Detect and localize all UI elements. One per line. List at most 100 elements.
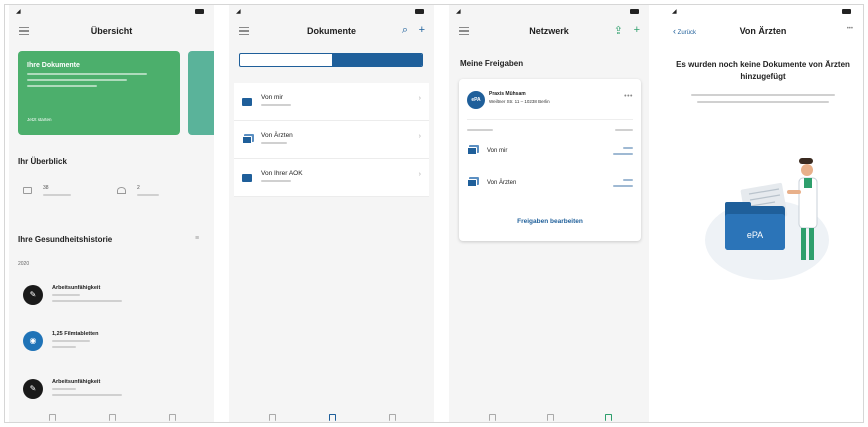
promo-title: Ihre Dokumente [27, 62, 80, 69]
folder-count [261, 104, 291, 106]
segmented-control [239, 53, 423, 67]
shared-column-label [467, 129, 493, 131]
practice-name: Praxis Mühsam [489, 91, 526, 97]
shares-heading: Meine Freigaben [460, 59, 524, 68]
history-item-subtitle [52, 340, 90, 342]
practice-share-card: ePA Praxis Mühsam Weiltner Str. 11 – 102… [459, 79, 641, 241]
history-item-title: Arbeitsunfähigkeit [52, 285, 101, 291]
history-item[interactable]: ◉ 1,25 Filmtabletten [18, 327, 208, 357]
more-options-icon[interactable]: ••• [624, 93, 633, 100]
battery-icon [630, 9, 639, 14]
folder-row-von-aerzten[interactable]: Von Ärzten › [234, 121, 429, 159]
share-duration [623, 147, 633, 149]
empty-state-heading: Es wurden noch keine Dokumente von Ärzte… [676, 60, 850, 81]
practice-address: Weiltner Str. 11 – 10238 Berlin [489, 99, 550, 104]
pen-icon: ✎ [23, 285, 43, 305]
battery-icon [415, 9, 424, 14]
tab-documents-icon[interactable] [109, 414, 116, 421]
folder-row-von-aok[interactable]: Von Ihrer AOK › [234, 159, 429, 197]
next-promo-card[interactable] [188, 51, 214, 135]
epa-badge: ePA [467, 91, 485, 109]
search-icon[interactable]: ⌕ [402, 24, 408, 37]
shares-count: 2 [137, 185, 140, 191]
promo-text-line [27, 79, 127, 81]
doctors-documents-screen: ◢ ‹ Zurück Von Ärzten ••• Es wurden noch… [665, 5, 861, 422]
folder-name: Von mir [261, 94, 284, 101]
add-icon[interactable]: + [634, 24, 640, 36]
page-title: Von Ärzten [739, 26, 787, 36]
tab-home-icon[interactable] [489, 414, 496, 421]
history-item-subtitle [52, 294, 80, 296]
share-icon[interactable]: ⇪ [614, 24, 623, 37]
folder-row-von-mir[interactable]: Von mir › [234, 83, 429, 121]
chevron-right-icon: › [418, 171, 421, 178]
history-year: 2020 [18, 261, 30, 267]
documents-promo-card[interactable]: Ihre Dokumente Jetzt starten [18, 51, 180, 135]
tab-bar [449, 414, 649, 422]
documents-icon [23, 187, 32, 194]
tab-network-icon[interactable] [169, 414, 176, 421]
tab-bar [9, 414, 214, 422]
documents-screen: ◢ Dokumente ⌕ + Von mir › Von Ärzten › V… [229, 5, 434, 422]
folder-icon [242, 174, 252, 182]
navigation-bar: Dokumente ⌕ + [229, 17, 434, 43]
tab-home-icon[interactable] [269, 414, 276, 421]
signal-icon: ◢ [672, 9, 677, 15]
tab-network-icon[interactable] [605, 414, 612, 421]
navigation-bar: ‹ Zurück Von Ärzten ••• [665, 17, 861, 43]
edit-shares-link[interactable]: Freigaben bearbeiten [459, 218, 641, 225]
navigation-bar: Netzwerk ⇪ + [449, 17, 649, 43]
promo-text-line [27, 73, 147, 75]
share-duration [623, 179, 633, 181]
battery-icon [195, 9, 204, 14]
pen-icon: ✎ [23, 379, 43, 399]
tab-documents-icon[interactable] [547, 414, 554, 421]
doctor-illustration: ePA [705, 158, 829, 280]
empty-state-text-line [691, 94, 835, 96]
history-item-date [52, 300, 122, 302]
filter-icon[interactable]: ≡ [195, 235, 199, 242]
tab-network-icon[interactable] [389, 414, 396, 421]
share-remaining [613, 153, 633, 155]
status-bar: ◢ [229, 8, 434, 16]
status-bar: ◢ [9, 8, 214, 16]
share-row[interactable]: Von mir [467, 143, 633, 163]
history-heading: Ihre Gesundheitshistorie [18, 235, 113, 244]
share-row[interactable]: Von Ärzten [467, 175, 633, 195]
tab-home-icon[interactable] [49, 414, 56, 421]
promo-start-link[interactable]: Jetzt starten [27, 117, 52, 122]
chevron-right-icon: › [418, 133, 421, 140]
status-bar: ◢ [665, 8, 861, 16]
app-showcase-frame: ◢ Übersicht Ihre Dokumente Jetzt starten… [4, 4, 864, 423]
folder-name: Von Ärzten [261, 132, 293, 139]
network-screen: ◢ Netzwerk ⇪ + Meine Freigaben ePA Praxi… [449, 5, 649, 422]
signal-icon: ◢ [236, 9, 241, 15]
documents-stat-label [43, 194, 71, 196]
folder-count [261, 142, 287, 144]
history-item-title: Arbeitsunfähigkeit [52, 379, 101, 385]
signal-icon: ◢ [16, 9, 21, 15]
folder-name: Von Ihrer AOK [261, 170, 303, 177]
empty-state-text-line [697, 101, 829, 103]
duration-column-label [615, 129, 633, 131]
add-icon[interactable]: + [419, 24, 425, 36]
share-row-label: Von mir [487, 148, 508, 154]
shared-folder-icon [467, 147, 477, 155]
shared-folder-icon [242, 136, 252, 144]
tab-documents-icon[interactable] [329, 414, 336, 421]
share-row-label: Von Ärzten [487, 180, 517, 186]
history-item[interactable]: ✎ Arbeitsunfähigkeit [18, 375, 208, 405]
history-item[interactable]: ✎ Arbeitsunfähigkeit [18, 281, 208, 311]
shares-stat-label [137, 194, 159, 196]
signal-icon: ◢ [456, 9, 461, 15]
segment-right[interactable] [332, 54, 422, 66]
shared-folder-icon [467, 179, 477, 187]
shares-icon [117, 187, 126, 194]
folder-count [261, 180, 291, 182]
history-item-date [52, 346, 76, 348]
overview-heading: Ihr Überblick [18, 157, 67, 166]
segment-left[interactable] [240, 54, 332, 66]
more-options-icon[interactable]: ••• [847, 26, 853, 32]
folder-label: ePA [747, 230, 763, 240]
folder-icon [242, 98, 252, 106]
